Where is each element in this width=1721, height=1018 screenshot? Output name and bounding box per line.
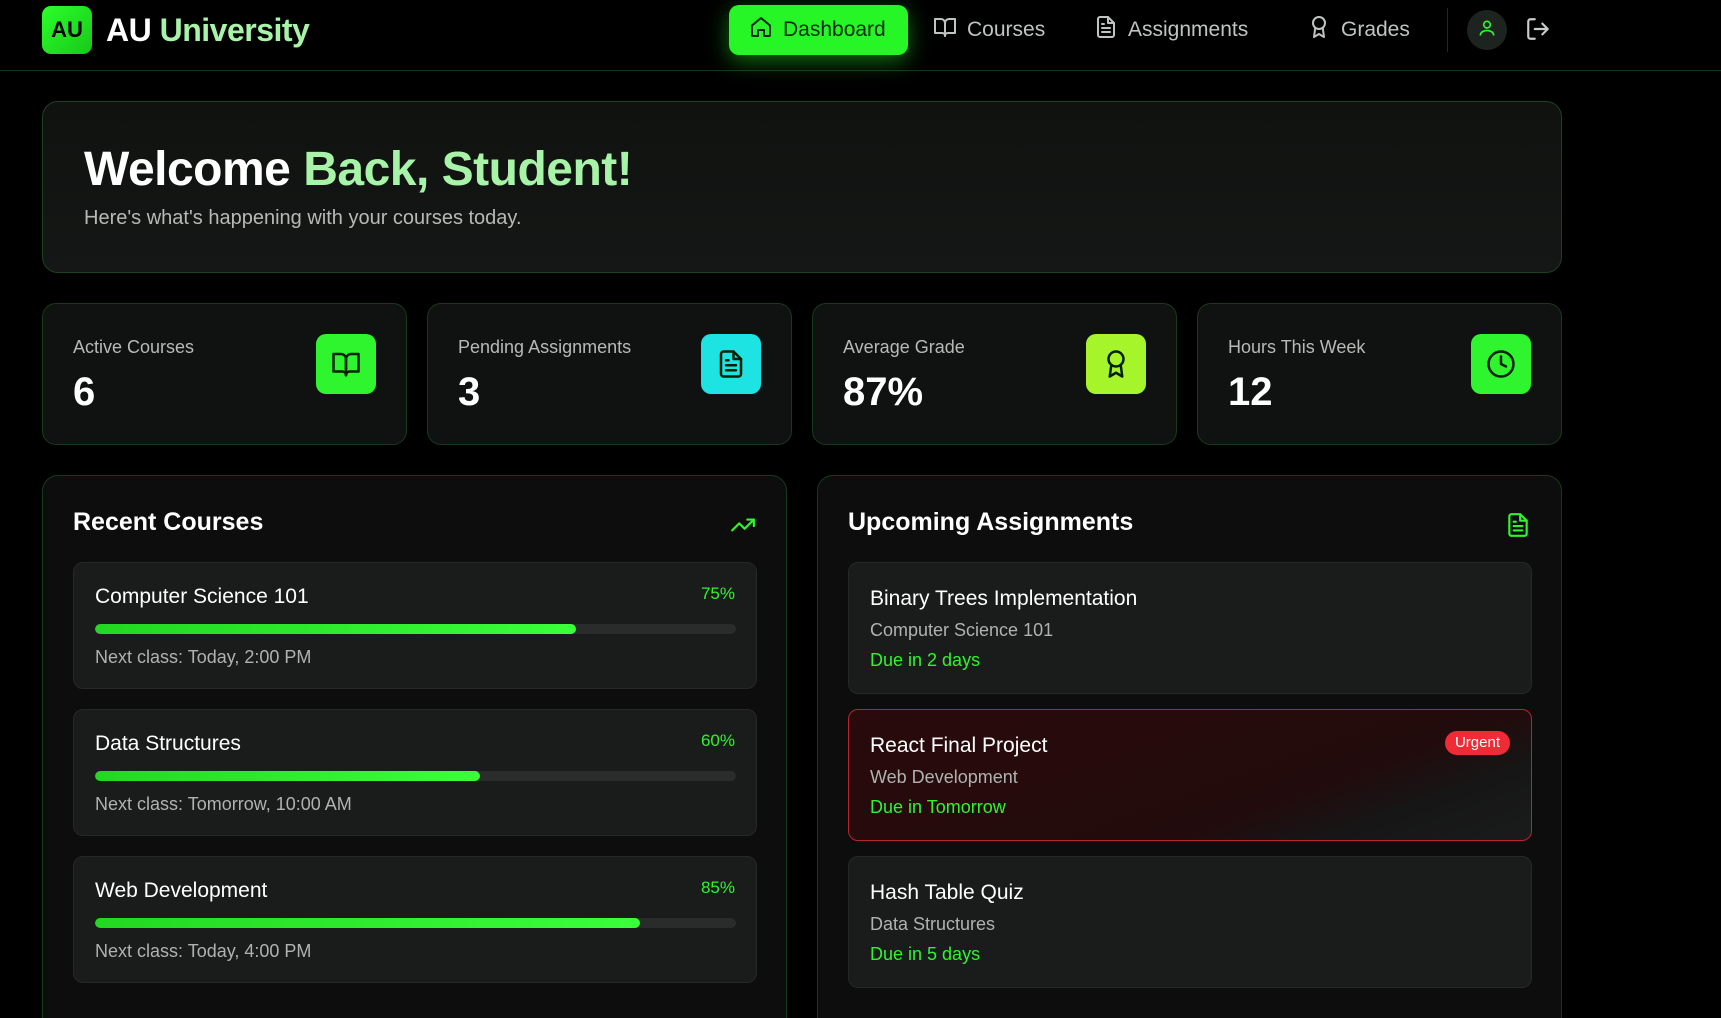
stat-card-hours-this-week: Hours This Week 12: [1197, 303, 1562, 445]
upcoming-assignments-title: Upcoming Assignments: [848, 508, 1134, 536]
assignment-title: Hash Table Quiz: [870, 881, 1024, 904]
nav-courses-label: Courses: [967, 18, 1046, 41]
book-open-icon: [316, 334, 376, 394]
stat-card-average-grade: Average Grade 87%: [812, 303, 1177, 445]
assignment-card-hash-table-quiz[interactable]: Hash Table Quiz Data Structures Due in 5…: [848, 856, 1532, 988]
course-card-data-structures[interactable]: Data Structures 60% Next class: Tomorrow…: [73, 709, 757, 836]
course-progress-bar: [95, 771, 736, 781]
brand-part1: AU: [106, 12, 152, 48]
assignment-course: Web Development: [870, 767, 1018, 787]
course-progress-text: 75%: [700, 584, 735, 603]
logo-text: AU: [51, 17, 83, 42]
stat-card-active-courses: Active Courses 6: [42, 303, 407, 445]
recent-courses-title: Recent Courses: [73, 508, 264, 536]
logout-button[interactable]: [1525, 16, 1553, 44]
stat-label: Active Courses: [73, 337, 195, 357]
course-progress-bar: [95, 624, 736, 634]
user-icon: [1477, 18, 1497, 43]
nav-assignments[interactable]: Assignments: [1074, 5, 1268, 55]
assignment-due: Due in Tomorrow: [870, 797, 1006, 817]
nav-dashboard-label: Dashboard: [783, 18, 886, 41]
file-text-icon: [1505, 512, 1531, 538]
upcoming-assignments-panel: Upcoming Assignments Binary Trees Implem…: [817, 475, 1562, 1018]
award-icon: [1307, 15, 1331, 45]
stat-card-pending-assignments: Pending Assignments 3: [427, 303, 792, 445]
nav-dashboard[interactable]: Dashboard: [729, 5, 908, 55]
stat-value: 12: [1228, 370, 1273, 414]
urgent-badge: Urgent: [1444, 731, 1510, 755]
course-progress-text: 60%: [700, 731, 735, 750]
assignment-card-react-final-project[interactable]: React Final Project Urgent Web Developme…: [848, 709, 1532, 841]
assignment-title: Binary Trees Implementation: [870, 587, 1138, 610]
stat-value: 3: [458, 370, 481, 414]
welcome-heading-part1: Welcome: [84, 143, 291, 196]
stat-value: 87%: [843, 370, 924, 414]
course-card-web-development[interactable]: Web Development 85% Next class: Today, 4…: [73, 856, 757, 983]
nav-grades-label: Grades: [1341, 18, 1410, 41]
assignment-title: React Final Project: [870, 734, 1048, 757]
stat-label: Pending Assignments: [458, 337, 632, 357]
course-progress-fill: [95, 624, 576, 634]
clock-icon: [1471, 334, 1531, 394]
header-divider: [1447, 8, 1448, 52]
course-next-class: Next class: Tomorrow, 10:00 AM: [95, 794, 352, 814]
stat-value: 6: [73, 370, 96, 414]
nav-grades[interactable]: Grades: [1287, 5, 1430, 55]
logo-badge[interactable]: AU: [42, 6, 92, 54]
assignment-due: Due in 2 days: [870, 650, 981, 670]
course-name: Web Development: [95, 879, 268, 902]
course-progress-fill: [95, 771, 480, 781]
assignment-course: Computer Science 101: [870, 620, 1054, 640]
nav-courses[interactable]: Courses: [913, 5, 1065, 55]
course-progress-fill: [95, 918, 640, 928]
top-navigation-bar: AU AU University Dashboard Courses Assig…: [0, 0, 1721, 71]
brand-name[interactable]: AU University: [106, 12, 310, 49]
home-icon: [749, 15, 773, 45]
welcome-subtitle: Here's what's happening with your course…: [84, 207, 522, 229]
award-icon: [1086, 334, 1146, 394]
welcome-heading: Welcome Back, Student!: [84, 142, 633, 197]
file-text-icon: [701, 334, 761, 394]
course-next-class: Next class: Today, 4:00 PM: [95, 941, 312, 961]
recent-courses-panel: Recent Courses Computer Science 101 75% …: [42, 475, 787, 1018]
course-next-class: Next class: Today, 2:00 PM: [95, 647, 312, 667]
file-text-icon: [1094, 15, 1118, 45]
course-progress-text: 85%: [700, 878, 735, 897]
logout-icon: [1525, 18, 1551, 46]
assignment-course: Data Structures: [870, 914, 996, 934]
stat-label: Hours This Week: [1228, 337, 1366, 357]
brand-part2: University: [159, 12, 310, 48]
trending-up-icon: [730, 512, 756, 538]
book-open-icon: [933, 15, 957, 45]
course-progress-bar: [95, 918, 736, 928]
course-name: Data Structures: [95, 732, 241, 755]
assignment-card-binary-trees[interactable]: Binary Trees Implementation Computer Sci…: [848, 562, 1532, 694]
assignment-due: Due in 5 days: [870, 944, 981, 964]
course-name: Computer Science 101: [95, 585, 309, 608]
course-card-computer-science-101[interactable]: Computer Science 101 75% Next class: Tod…: [73, 562, 757, 689]
nav-assignments-label: Assignments: [1128, 18, 1249, 41]
user-profile-button[interactable]: [1467, 10, 1507, 50]
stat-label: Average Grade: [843, 337, 965, 357]
welcome-banner: Welcome Back, Student! Here's what's hap…: [42, 101, 1562, 273]
welcome-heading-part2: Back, Student!: [303, 143, 633, 196]
